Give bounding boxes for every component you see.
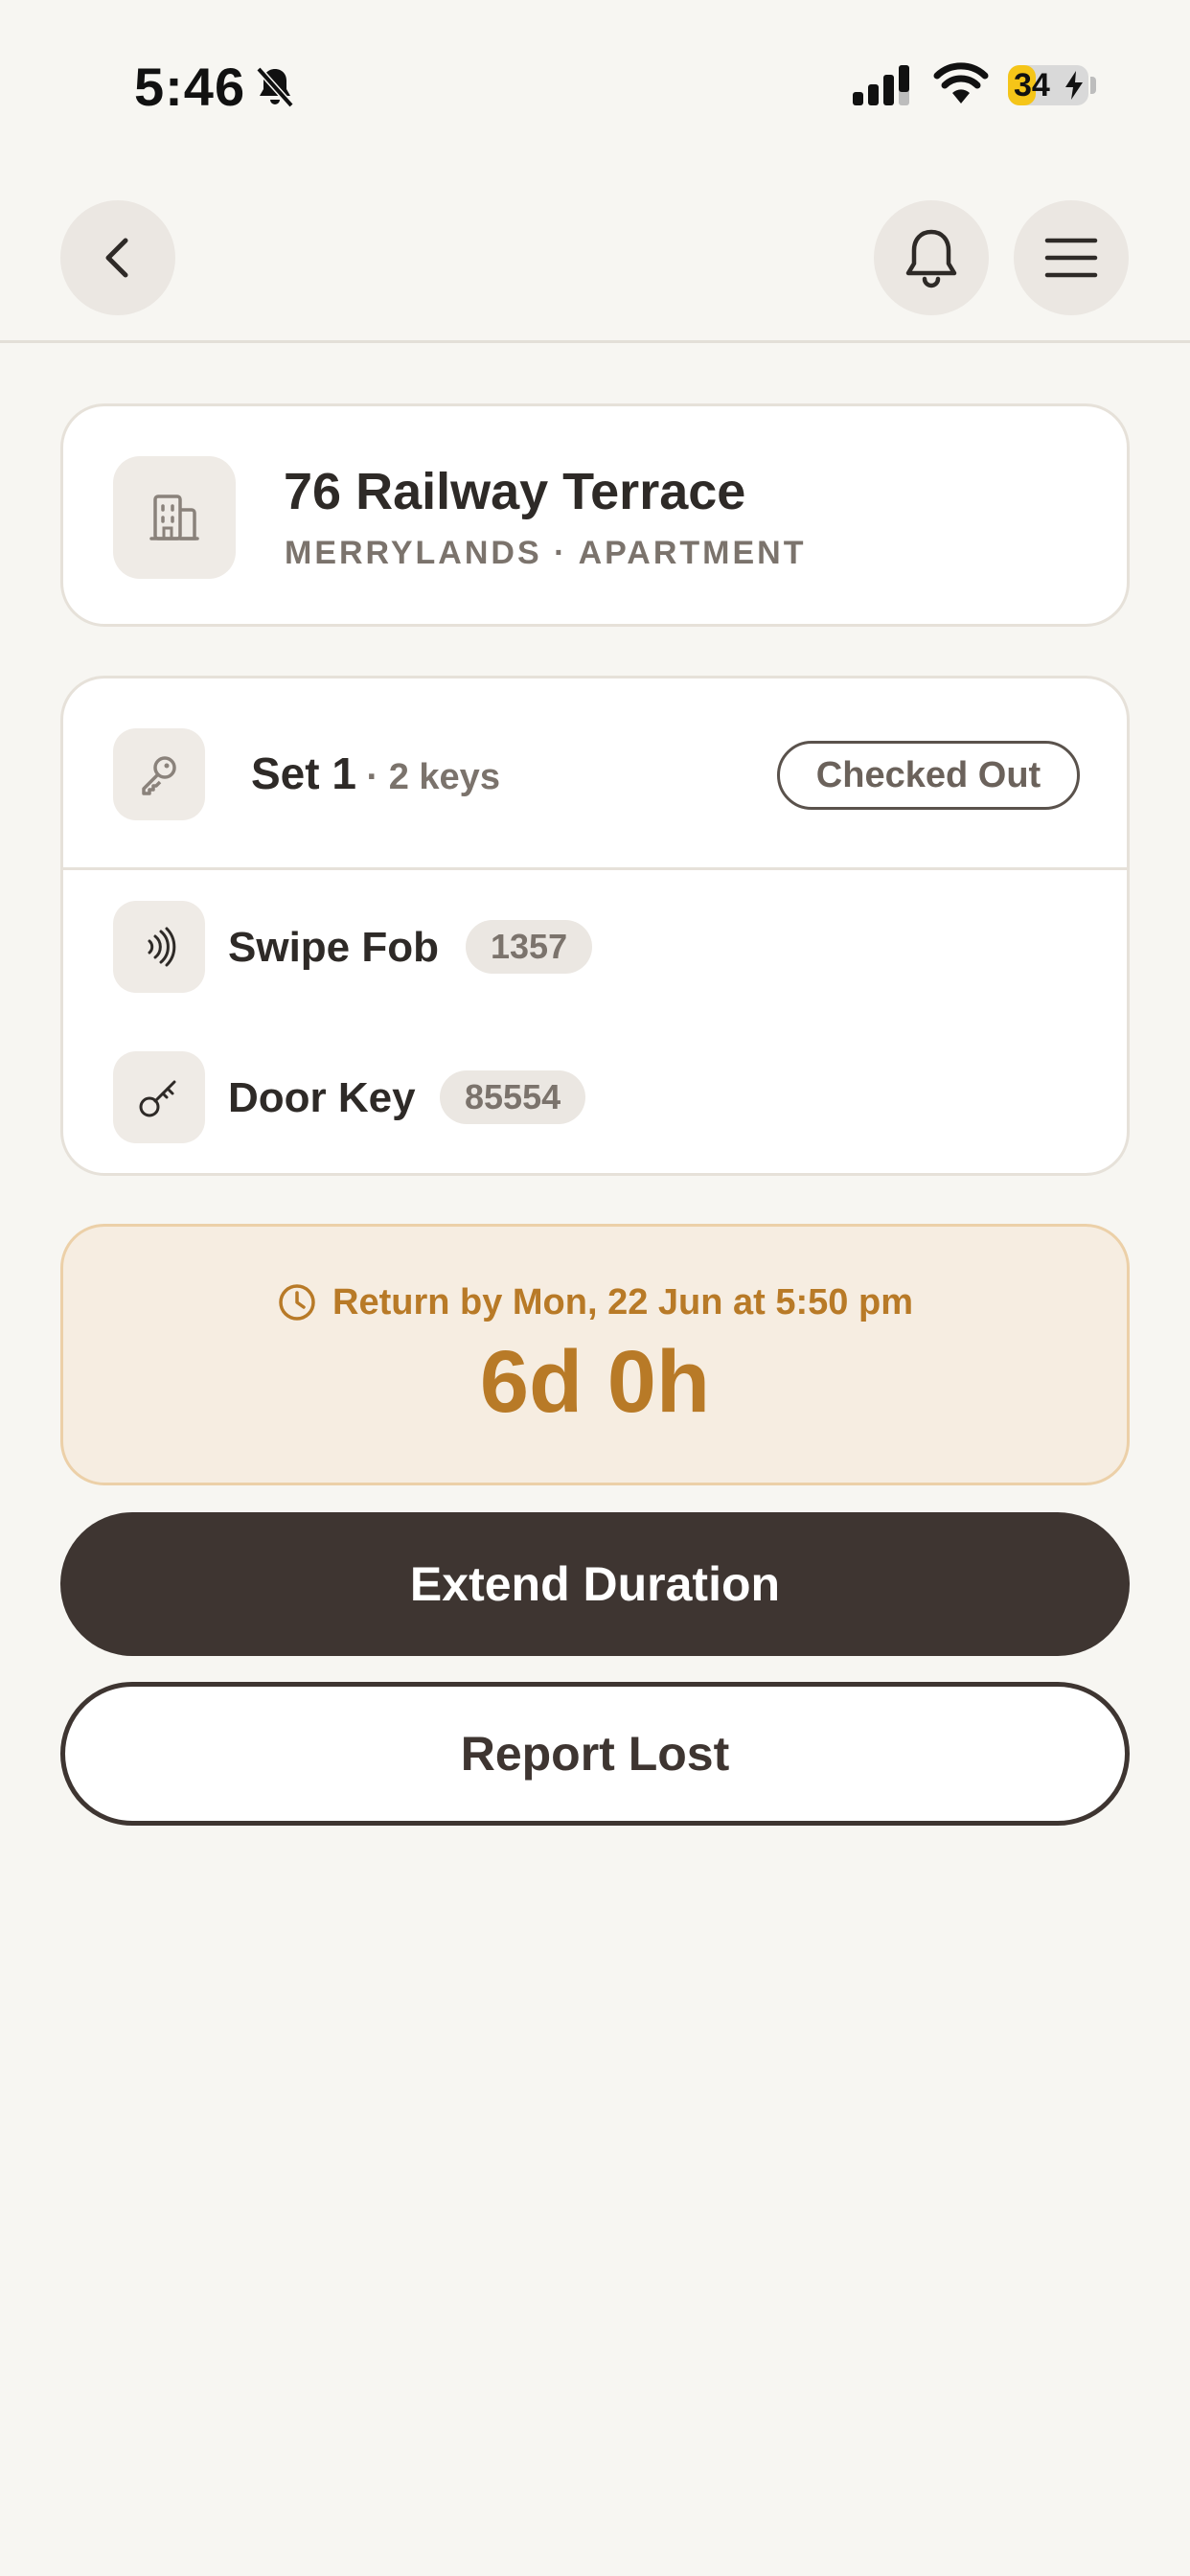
property-card: 76 Railway Terrace MERRYLANDS · APARTMEN… (60, 403, 1130, 627)
key-item-icon-tile (113, 1051, 205, 1143)
countdown-timer: 6d 0h (479, 1333, 711, 1431)
battery-charging-icon: 34 (1008, 65, 1088, 105)
back-button[interactable] (60, 200, 175, 315)
report-lost-button[interactable]: Report Lost (60, 1682, 1130, 1826)
key-item-label: Door Key (228, 1074, 416, 1121)
notifications-button[interactable] (874, 200, 989, 315)
key-set-card: Set 1 · 2 keys Checked Out Swipe Fob 135… (60, 676, 1130, 1176)
hamburger-menu-icon (1044, 238, 1098, 278)
battery-level: 34 (1014, 67, 1050, 104)
property-subtitle: MERRYLANDS · APARTMENT (285, 535, 807, 571)
key-set-title: Set 1 · 2 keys (251, 748, 500, 799)
signal-icon (853, 65, 909, 105)
bell-slash-icon (256, 66, 294, 108)
header-divider (0, 340, 1190, 343)
key-item-code: 1357 (466, 920, 593, 974)
chevron-left-icon (105, 238, 128, 278)
return-due-text: Return by Mon, 22 Jun at 5:50 pm (332, 1281, 913, 1322)
key-set-name: Set 1 (251, 748, 356, 798)
key-item: Swipe Fob 1357 (63, 901, 1127, 997)
status-bar: 5:46 34 (0, 0, 1190, 172)
door-key-icon (139, 1080, 176, 1117)
key-set-icon-tile (113, 728, 205, 820)
return-due-line: Return by Mon, 22 Jun at 5:50 pm (63, 1278, 1127, 1326)
key-item: Door Key 85554 (63, 1051, 1127, 1147)
bell-icon (905, 229, 957, 288)
wifi-icon (933, 62, 989, 104)
extend-duration-button[interactable]: Extend Duration (60, 1512, 1130, 1656)
key-set-count: · 2 keys (355, 757, 500, 797)
property-name: 76 Railway Terrace (284, 463, 746, 520)
key-set-divider (63, 867, 1127, 870)
building-icon (149, 494, 199, 540)
menu-button[interactable] (1014, 200, 1129, 315)
return-due-panel: Return by Mon, 22 Jun at 5:50 pm 6d 0h (60, 1224, 1130, 1485)
clock-icon (279, 1284, 315, 1321)
status-time: 5:46 (134, 57, 246, 117)
screen: 5:46 34 76 Railway Terrace MERRYLANDS · … (0, 0, 1190, 2576)
status-badge: Checked Out (777, 741, 1080, 810)
key-item-icon-tile (113, 901, 205, 993)
property-icon-tile (113, 456, 236, 579)
key-item-label: Swipe Fob (228, 924, 439, 971)
key-item-code: 85554 (440, 1070, 586, 1124)
key-icon (142, 756, 176, 795)
battery-tip (1090, 77, 1096, 94)
contactless-fob-icon (148, 927, 176, 967)
